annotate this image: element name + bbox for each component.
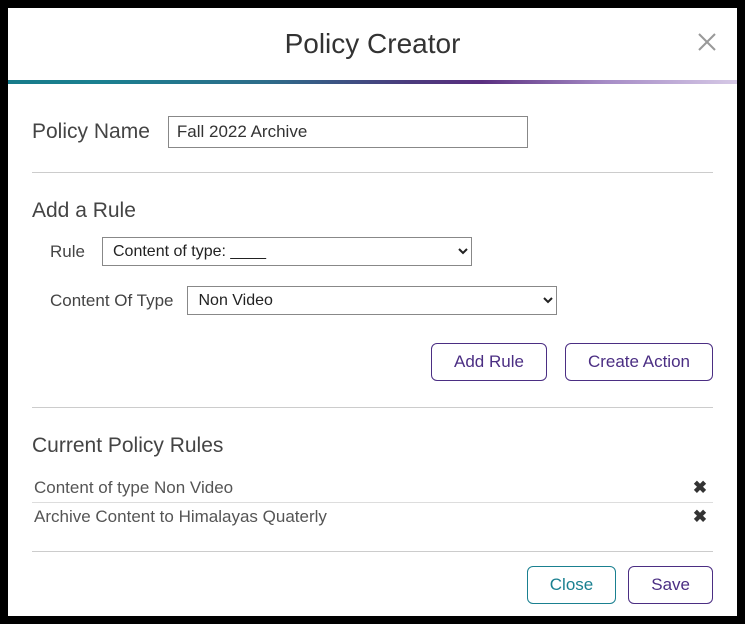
- content-type-select[interactable]: Non Video: [187, 286, 557, 315]
- rule-select[interactable]: Content of type: ____: [102, 237, 472, 266]
- close-icon[interactable]: [695, 30, 719, 54]
- save-button[interactable]: Save: [628, 566, 713, 604]
- add-rule-button-row: Add Rule Create Action: [32, 335, 713, 389]
- content-type-row: Content Of Type Non Video: [32, 286, 713, 315]
- dialog-title: Policy Creator: [285, 28, 461, 60]
- current-rules-heading: Current Policy Rules: [32, 434, 713, 458]
- rule-item: Content of type Non Video ✖: [32, 474, 713, 502]
- policy-creator-dialog: Policy Creator Policy Name Add a Rule Ru…: [8, 8, 737, 616]
- policy-name-row: Policy Name: [32, 84, 713, 172]
- add-rule-button[interactable]: Add Rule: [431, 343, 547, 381]
- rule-item-text: Archive Content to Himalayas Quaterly: [34, 507, 327, 527]
- current-rules-section: Current Policy Rules Content of type Non…: [32, 408, 713, 539]
- delete-icon[interactable]: ✖: [689, 507, 711, 527]
- dialog-footer: Close Save: [32, 551, 713, 604]
- rule-list: Content of type Non Video ✖ Archive Cont…: [32, 472, 713, 533]
- rule-label: Rule: [50, 242, 88, 262]
- create-action-button[interactable]: Create Action: [565, 343, 713, 381]
- add-rule-heading: Add a Rule: [32, 199, 713, 223]
- close-button[interactable]: Close: [527, 566, 616, 604]
- divider: [32, 551, 713, 552]
- rule-item: Archive Content to Himalayas Quaterly ✖: [32, 502, 713, 531]
- rule-row: Rule Content of type: ____: [32, 237, 713, 266]
- policy-name-label: Policy Name: [32, 120, 150, 144]
- policy-name-input[interactable]: [168, 116, 528, 148]
- content-type-label: Content Of Type: [50, 291, 173, 311]
- dialog-header: Policy Creator: [8, 8, 737, 80]
- add-rule-section: Add a Rule Rule Content of type: ____ Co…: [32, 173, 713, 407]
- rule-item-text: Content of type Non Video: [34, 478, 233, 498]
- delete-icon[interactable]: ✖: [689, 478, 711, 498]
